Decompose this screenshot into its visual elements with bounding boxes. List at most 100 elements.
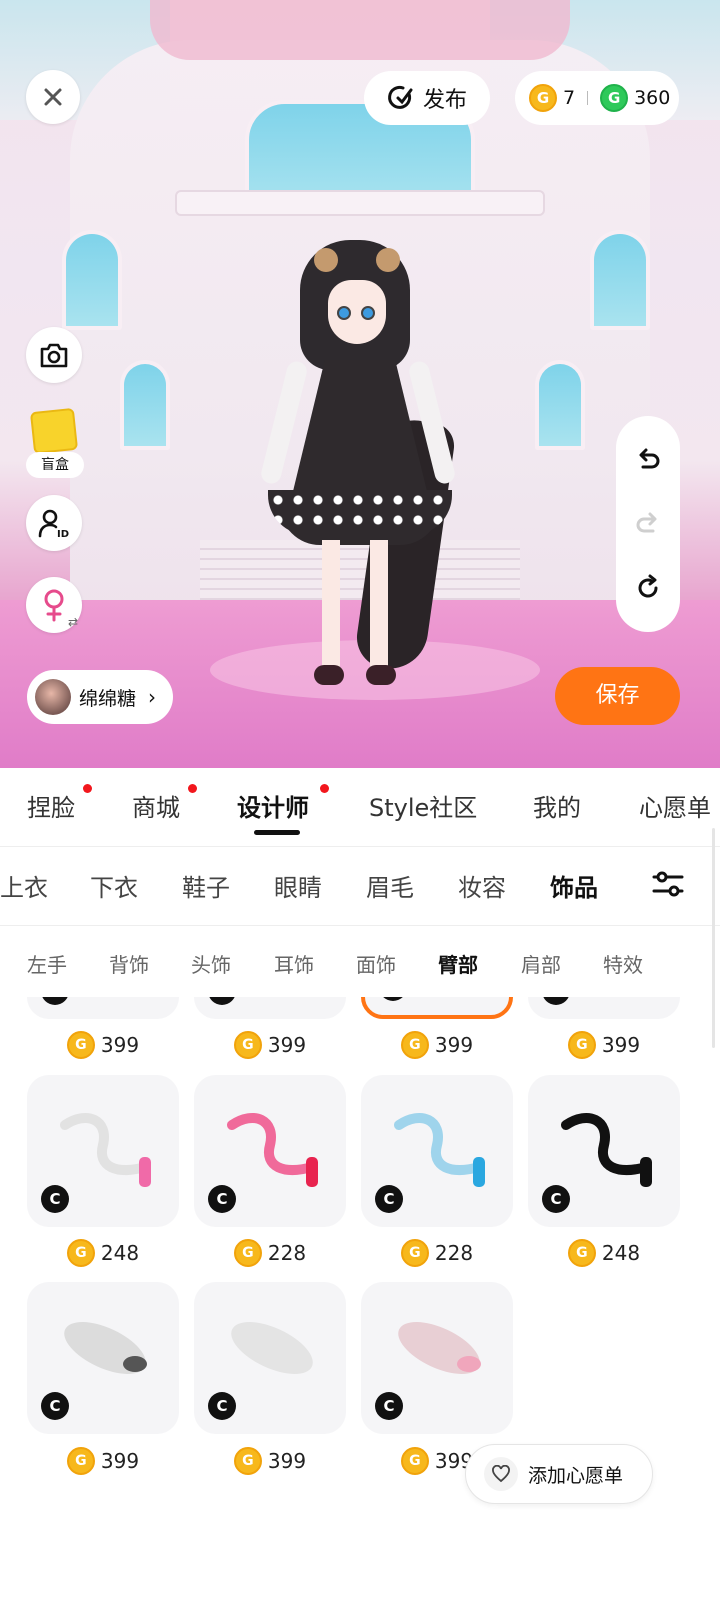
price-value: 399	[100, 1449, 140, 1473]
undo-icon	[639, 448, 660, 469]
item-card[interactable]: C	[194, 1282, 346, 1434]
item-price: G 228	[361, 1237, 513, 1269]
item-price: G 399	[27, 1445, 179, 1477]
designer-profile-button[interactable]: 绵绵糖 ›	[27, 670, 173, 724]
avatar-eye-left	[337, 306, 351, 320]
gold-coin-icon: G	[233, 1447, 262, 1475]
item-price: G 399	[27, 1029, 179, 1061]
undo-button[interactable]	[616, 428, 680, 492]
user-id-icon: ID	[38, 509, 69, 539]
filter-button[interactable]	[648, 864, 688, 904]
gold-coin-icon: G	[233, 1031, 262, 1059]
item-card[interactable]: C	[27, 1075, 179, 1227]
gold-coin-icon: G	[400, 1447, 429, 1475]
sub-head[interactable]: 头饰	[191, 949, 231, 978]
redo-button[interactable]	[616, 492, 680, 556]
tab-face-dot	[83, 784, 92, 793]
blind-box-icon	[29, 407, 79, 455]
add-to-wishlist-button[interactable]: 添加心愿单	[465, 1444, 653, 1504]
sub-back[interactable]: 背饰	[109, 949, 149, 978]
sub-face[interactable]: 面饰	[356, 949, 396, 978]
creator-badge-icon: C	[208, 997, 236, 1005]
item-card[interactable]: C	[194, 1075, 346, 1227]
tab-face[interactable]: 捏脸	[27, 788, 75, 823]
subcategory-tab-bar: 左手 背饰 头饰 耳饰 面饰 臂部 肩部 特效	[0, 949, 720, 979]
sub-arm[interactable]: 臂部	[438, 949, 478, 978]
tab-wishlist[interactable]: 心愿单	[639, 788, 711, 823]
tab-mine[interactable]: 我的	[533, 788, 581, 823]
category-eyebrows[interactable]: 眉毛	[366, 868, 414, 903]
designer-name: 绵绵糖	[79, 687, 137, 710]
creator-badge-icon: C	[375, 1392, 403, 1420]
publish-button[interactable]: 发布	[364, 71, 490, 125]
reset-button[interactable]	[616, 556, 680, 620]
creator-badge-icon: C	[208, 1392, 236, 1420]
currency-balance[interactable]: G 7 G 360	[515, 71, 679, 125]
castle-window-lower-right	[535, 360, 585, 450]
castle-balcony	[175, 190, 545, 216]
gold-coin-icon: G	[400, 1031, 429, 1059]
camera-button[interactable]	[26, 327, 82, 383]
blind-box-label: 盲盒	[26, 452, 84, 478]
gold-coin-icon: G	[567, 1239, 596, 1267]
avatar-shoe-right	[366, 665, 396, 685]
sub-ear[interactable]: 耳饰	[274, 949, 314, 978]
save-button[interactable]: 保存	[555, 667, 680, 725]
redo-icon	[636, 512, 657, 533]
creator-badge-icon: C	[379, 997, 407, 1001]
item-price: G 399	[361, 1029, 513, 1061]
price-value: 399	[601, 1033, 641, 1057]
category-eyes[interactable]: 眼睛	[274, 868, 322, 903]
chevron-right-icon: ›	[148, 685, 157, 709]
item-price: G 248	[528, 1237, 680, 1269]
castle-window-left	[62, 230, 122, 330]
price-value: 399	[434, 1033, 474, 1057]
creator-badge-icon: C	[208, 1185, 236, 1213]
gender-switch-button[interactable]: ⇄	[26, 577, 82, 633]
tab-style-community[interactable]: Style社区	[369, 788, 477, 823]
category-divider	[0, 925, 720, 926]
gold-coin-icon: G	[233, 1239, 262, 1267]
avatar-character[interactable]	[250, 240, 470, 710]
avatar-dress-polka-hem	[268, 490, 452, 535]
close-icon	[44, 88, 62, 106]
avatar-id-button[interactable]: ID	[26, 495, 82, 551]
gold-coin-icon: G	[66, 1239, 95, 1267]
close-button[interactable]	[26, 70, 80, 124]
item-price: G 399	[194, 1445, 346, 1477]
item-price: G 399	[194, 1029, 346, 1061]
item-card[interactable]: C	[27, 1282, 179, 1434]
reset-icon	[638, 574, 658, 598]
blind-box-button[interactable]: 盲盒	[26, 407, 84, 480]
item-card[interactable]: C	[361, 1282, 513, 1434]
gold-coin-icon: G	[66, 1447, 95, 1475]
gold-coin-icon: G	[66, 1031, 95, 1059]
category-makeup[interactable]: 妆容	[458, 868, 506, 903]
shop-panel: 捏脸 商城 设计师 Style社区 我的 心愿单 上衣 下衣 鞋子 眼睛 眉毛 …	[0, 768, 720, 1600]
price-value: 228	[267, 1241, 307, 1265]
item-card[interactable]: C	[361, 1075, 513, 1227]
item-card[interactable]: C	[194, 997, 346, 1019]
gold-coin-icon: G	[529, 84, 557, 112]
item-card[interactable]: C	[528, 1075, 680, 1227]
main-tab-bar: 捏脸 商城 设计师 Style社区 我的 心愿单	[0, 784, 720, 838]
tab-designer[interactable]: 设计师	[237, 788, 309, 823]
creator-badge-icon: C	[41, 997, 69, 1005]
castle-window-right	[590, 230, 650, 330]
avatar-shoe-left	[314, 665, 344, 685]
sub-left-hand[interactable]: 左手	[27, 949, 67, 978]
active-tab-indicator	[254, 830, 300, 835]
publish-label: 发布	[422, 88, 467, 113]
sub-shoulder[interactable]: 肩部	[521, 949, 561, 978]
category-accessories[interactable]: 饰品	[550, 868, 598, 903]
category-bottoms[interactable]: 下衣	[90, 868, 138, 903]
item-card[interactable]: C	[27, 997, 179, 1019]
category-tops[interactable]: 上衣	[0, 868, 48, 903]
item-price: G 248	[27, 1237, 179, 1269]
item-card[interactable]: C	[528, 997, 680, 1019]
sub-effects[interactable]: 特效	[603, 949, 643, 978]
category-shoes[interactable]: 鞋子	[182, 868, 230, 903]
tab-shop[interactable]: 商城	[132, 788, 180, 823]
gold-coin-icon: G	[567, 1031, 596, 1059]
item-card-selected[interactable]: C	[361, 997, 513, 1019]
